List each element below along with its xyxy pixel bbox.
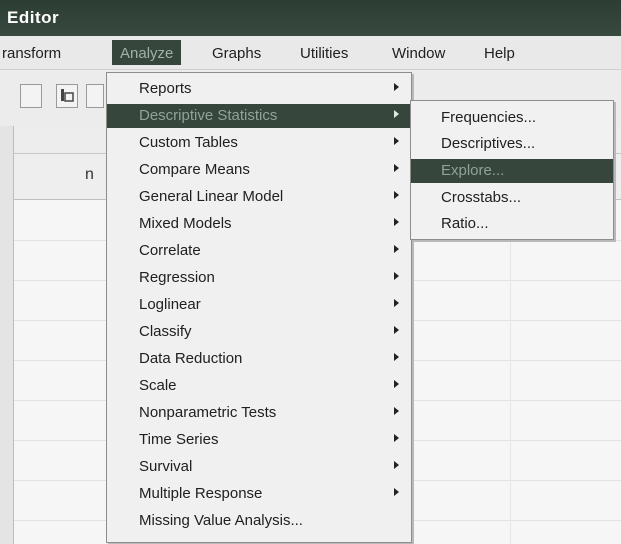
menu-item-label: Mixed Models xyxy=(139,215,232,232)
menu-item-label: Correlate xyxy=(139,242,201,259)
goto-case-icon xyxy=(61,89,74,102)
menu-item-regression[interactable]: Regression xyxy=(107,266,411,290)
submenu-item-label: Explore... xyxy=(441,162,505,179)
title-bar: Editor xyxy=(0,0,621,36)
submenu-item-explore[interactable]: Explore... xyxy=(411,159,613,183)
submenu-arrow-icon xyxy=(394,326,399,334)
menu-help[interactable]: Help xyxy=(484,45,515,62)
menu-item-multiple-response[interactable]: Multiple Response xyxy=(107,482,411,506)
submenu-arrow-icon xyxy=(394,353,399,361)
submenu-arrow-icon xyxy=(394,137,399,145)
menu-window[interactable]: Window xyxy=(392,45,445,62)
menu-item-missing-value-analysis[interactable]: Missing Value Analysis... xyxy=(107,509,411,533)
submenu-arrow-icon xyxy=(394,299,399,307)
menu-item-descriptive-statistics[interactable]: Descriptive Statistics xyxy=(107,104,411,128)
menu-item-label: Survival xyxy=(139,458,193,475)
grid-column-line xyxy=(510,200,511,544)
submenu-arrow-icon xyxy=(394,488,399,496)
submenu-arrow-icon xyxy=(394,461,399,469)
menu-item-correlate[interactable]: Correlate xyxy=(107,239,411,263)
row-header-edge xyxy=(0,126,14,544)
submenu-arrow-icon xyxy=(394,83,399,91)
menu-item-survival[interactable]: Survival xyxy=(107,455,411,479)
menu-item-label: Missing Value Analysis... xyxy=(139,512,303,529)
menu-item-label: Loglinear xyxy=(139,296,201,313)
submenu-arrow-icon xyxy=(394,110,399,118)
menu-item-label: Data Reduction xyxy=(139,350,243,367)
submenu-arrow-icon xyxy=(394,191,399,199)
submenu-arrow-icon xyxy=(394,272,399,280)
submenu-item-label: Crosstabs... xyxy=(441,189,522,206)
descriptive-statistics-submenu: Frequencies... Descriptives... Explore..… xyxy=(410,100,614,240)
toolbar-button-blank[interactable] xyxy=(20,84,42,108)
menu-graphs[interactable]: Graphs xyxy=(212,45,261,62)
submenu-arrow-icon xyxy=(394,218,399,226)
menu-item-label: Compare Means xyxy=(139,161,250,178)
menu-item-time-series[interactable]: Time Series xyxy=(107,428,411,452)
menu-item-compare-means[interactable]: Compare Means xyxy=(107,158,411,182)
column-header-partial: n xyxy=(85,166,94,183)
submenu-arrow-icon xyxy=(394,245,399,253)
submenu-arrow-icon xyxy=(394,407,399,415)
menu-item-scale[interactable]: Scale xyxy=(107,374,411,398)
submenu-arrow-icon xyxy=(394,434,399,442)
menu-item-label: Time Series xyxy=(139,431,219,448)
menu-analyze[interactable]: Analyze xyxy=(112,40,182,65)
window-title: Editor xyxy=(7,8,60,27)
menu-item-loglinear[interactable]: Loglinear xyxy=(107,293,411,317)
menu-transform[interactable]: ransform xyxy=(2,45,61,62)
menu-item-label: Reports xyxy=(139,80,192,97)
submenu-item-frequencies[interactable]: Frequencies... xyxy=(411,106,613,130)
submenu-item-label: Frequencies... xyxy=(441,109,537,126)
menu-item-label: Nonparametric Tests xyxy=(139,404,277,421)
submenu-item-label: Descriptives... xyxy=(441,135,536,152)
menu-item-classify[interactable]: Classify xyxy=(107,320,411,344)
submenu-item-crosstabs[interactable]: Crosstabs... xyxy=(411,186,613,210)
analyze-dropdown-menu: Reports Descriptive Statistics Custom Ta… xyxy=(106,72,412,543)
menu-item-label: Regression xyxy=(139,269,215,286)
submenu-arrow-icon xyxy=(394,380,399,388)
submenu-item-ratio[interactable]: Ratio... xyxy=(411,212,613,236)
menu-bar: ransform Analyze Graphs Utilities Window… xyxy=(0,36,621,70)
toolbar-button-partial[interactable] xyxy=(86,84,104,108)
menu-item-reports[interactable]: Reports xyxy=(107,77,411,101)
toolbar-button-goto-icon[interactable] xyxy=(56,84,78,108)
menu-item-mixed-models[interactable]: Mixed Models xyxy=(107,212,411,236)
menu-utilities[interactable]: Utilities xyxy=(300,45,348,62)
menu-item-data-reduction[interactable]: Data Reduction xyxy=(107,347,411,371)
menu-item-label: Descriptive Statistics xyxy=(139,107,278,124)
submenu-item-label: Ratio... xyxy=(441,215,489,232)
menu-item-label: Multiple Response xyxy=(139,485,263,502)
menu-item-nonparametric-tests[interactable]: Nonparametric Tests xyxy=(107,401,411,425)
menu-item-label: Custom Tables xyxy=(139,134,238,151)
menu-item-label: Scale xyxy=(139,377,177,394)
submenu-item-descriptives[interactable]: Descriptives... xyxy=(411,132,613,156)
menu-item-label: Classify xyxy=(139,323,192,340)
submenu-arrow-icon xyxy=(394,164,399,172)
menu-item-custom-tables[interactable]: Custom Tables xyxy=(107,131,411,155)
menu-item-general-linear-model[interactable]: General Linear Model xyxy=(107,185,411,209)
menu-item-label: General Linear Model xyxy=(139,188,284,205)
